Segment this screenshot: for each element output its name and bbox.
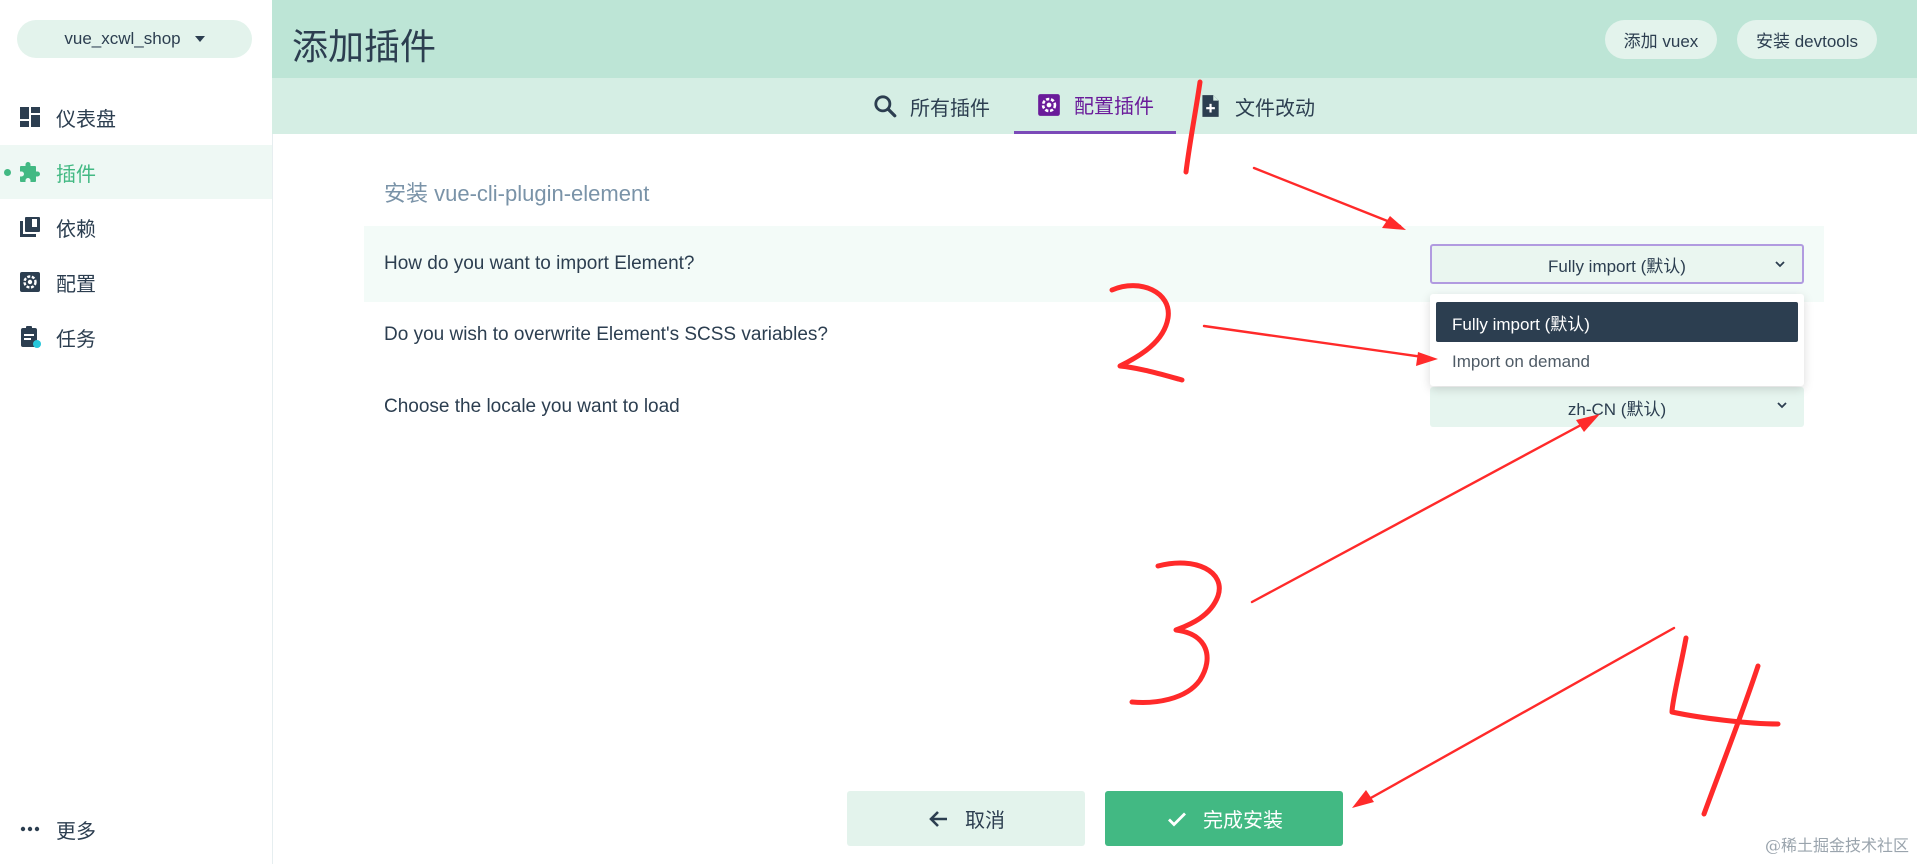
cancel-button[interactable]: 取消 [847,791,1085,846]
page-title: 添加插件 [292,26,437,67]
caret-down-icon [194,36,205,42]
annotation-arrow-3 [1250,416,1596,604]
header-bar: 添加插件 添加 vuex 安装 devtools [272,0,1917,78]
sidebar-item-config[interactable]: 配置 [0,255,272,309]
check-icon [1165,807,1189,831]
locale-select[interactable]: zh-CN (默认) [1430,387,1804,427]
sidebar-item-label: 配置 [56,273,96,296]
puzzle-icon [18,160,42,184]
tab-label: 所有插件 [910,97,990,120]
sidebar-item-label: 插件 [56,163,96,186]
sidebar-item-dependencies[interactable]: 依赖 [0,200,272,254]
annotation-number-3 [1129,560,1222,705]
annotation-arrow-4 [1358,626,1676,806]
gear-icon [1036,92,1062,118]
sidebar-item-label: 任务 [56,328,96,351]
prompt-label: Choose the locale you want to load [384,396,680,417]
install-devtools-button[interactable]: 安装 devtools [1737,20,1877,59]
sidebar-item-label: 仪表盘 [56,108,116,131]
project-name: vue_xcwl_shop [64,29,181,48]
sidebar-item-label: 依赖 [56,218,96,241]
library-icon [18,215,42,239]
annotation-arrowhead-4 [1352,790,1374,808]
cancel-label: 取消 [965,810,1005,832]
sidebar: vue_xcwl_shop 仪表盘 插件 依赖 配置 任务 更多 [0,0,273,864]
annotation-arrow-1 [1252,166,1402,228]
select-value: Fully import (默认) [1548,256,1686,276]
sidebar-item-dashboard[interactable]: 仪表盘 [0,90,272,144]
sidebar-item-plugins[interactable]: 插件 [0,145,272,199]
import-dropdown-menu: Fully import (默认) Import on demand [1430,294,1804,386]
dashboard-icon [18,105,42,129]
prompt-label: Do you wish to overwrite Element's SCSS … [384,324,828,345]
tab-all-plugins[interactable]: 所有插件 [872,78,990,134]
add-vuex-button[interactable]: 添加 vuex [1605,20,1717,59]
tab-configure-plugin[interactable]: 配置插件 [1014,78,1176,134]
tab-bar: 所有插件 配置插件 文件改动 [272,78,1917,134]
finish-label: 完成安装 [1203,810,1283,832]
more-label: 更多 [56,820,96,843]
import-select[interactable]: Fully import (默认) [1430,244,1804,284]
watermark: @稀土掘金技术社区 [1764,836,1909,855]
sidebar-item-tasks[interactable]: 任务 [0,310,272,364]
more-dots-icon [18,817,42,841]
chevron-down-icon [1776,399,1788,411]
search-icon [872,93,898,119]
gear-icon [18,270,42,294]
clipboard-icon [18,325,42,349]
file-plus-icon [1197,93,1223,119]
option-fully-import[interactable]: Fully import (默认) [1436,302,1798,342]
section-title: 安装 vue-cli-plugin-element [384,181,650,206]
active-indicator [4,169,11,176]
option-import-on-demand[interactable]: Import on demand [1436,342,1798,382]
tab-label: 配置插件 [1074,96,1154,118]
project-selector[interactable]: vue_xcwl_shop [17,20,252,58]
finish-install-button[interactable]: 完成安装 [1105,791,1343,846]
prompt-label: How do you want to import Element? [384,253,695,274]
tab-file-changes[interactable]: 文件改动 [1197,78,1315,134]
select-value: zh-CN (默认) [1567,399,1667,419]
tab-label: 文件改动 [1235,97,1315,120]
sidebar-more[interactable]: 更多 [0,802,272,856]
chevron-down-icon [1774,258,1786,270]
arrow-left-icon [927,807,951,831]
annotation-number-4 [1669,635,1781,817]
